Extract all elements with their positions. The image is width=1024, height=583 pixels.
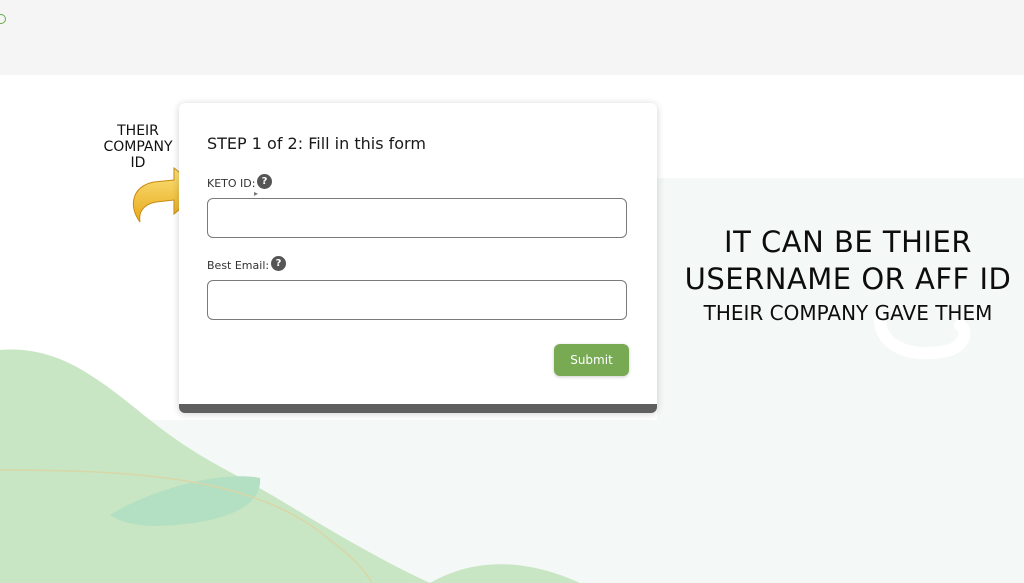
annotation-line: THEIR <box>117 123 159 139</box>
help-question-icon[interactable]: ? <box>257 174 272 189</box>
signup-form-card: STEP 1 of 2: Fill in this form KETO ID: … <box>179 103 657 413</box>
best-email-input[interactable] <box>207 280 627 320</box>
keto-id-label: KETO ID: <box>207 177 256 190</box>
keto-id-input[interactable] <box>207 198 627 238</box>
best-email-label: Best Email: <box>207 259 270 272</box>
annotation-line: IT CAN BE THIER <box>724 225 972 259</box>
annotation-line: USERNAME OR AFF ID <box>684 262 1012 296</box>
help-question-icon[interactable]: ? <box>271 256 286 271</box>
annotation-line: THEIR COMPANY GAVE THEM <box>703 301 993 325</box>
annotation-line: COMPANY <box>103 139 173 155</box>
form-title: STEP 1 of 2: Fill in this form <box>207 134 426 153</box>
mouse-cursor-icon: ▸ <box>254 189 259 198</box>
submit-button[interactable]: Submit <box>554 344 629 376</box>
card-footer-bar <box>179 404 657 413</box>
username-annotation: IT CAN BE THIER USERNAME OR AFF ID THEIR… <box>672 224 1024 328</box>
